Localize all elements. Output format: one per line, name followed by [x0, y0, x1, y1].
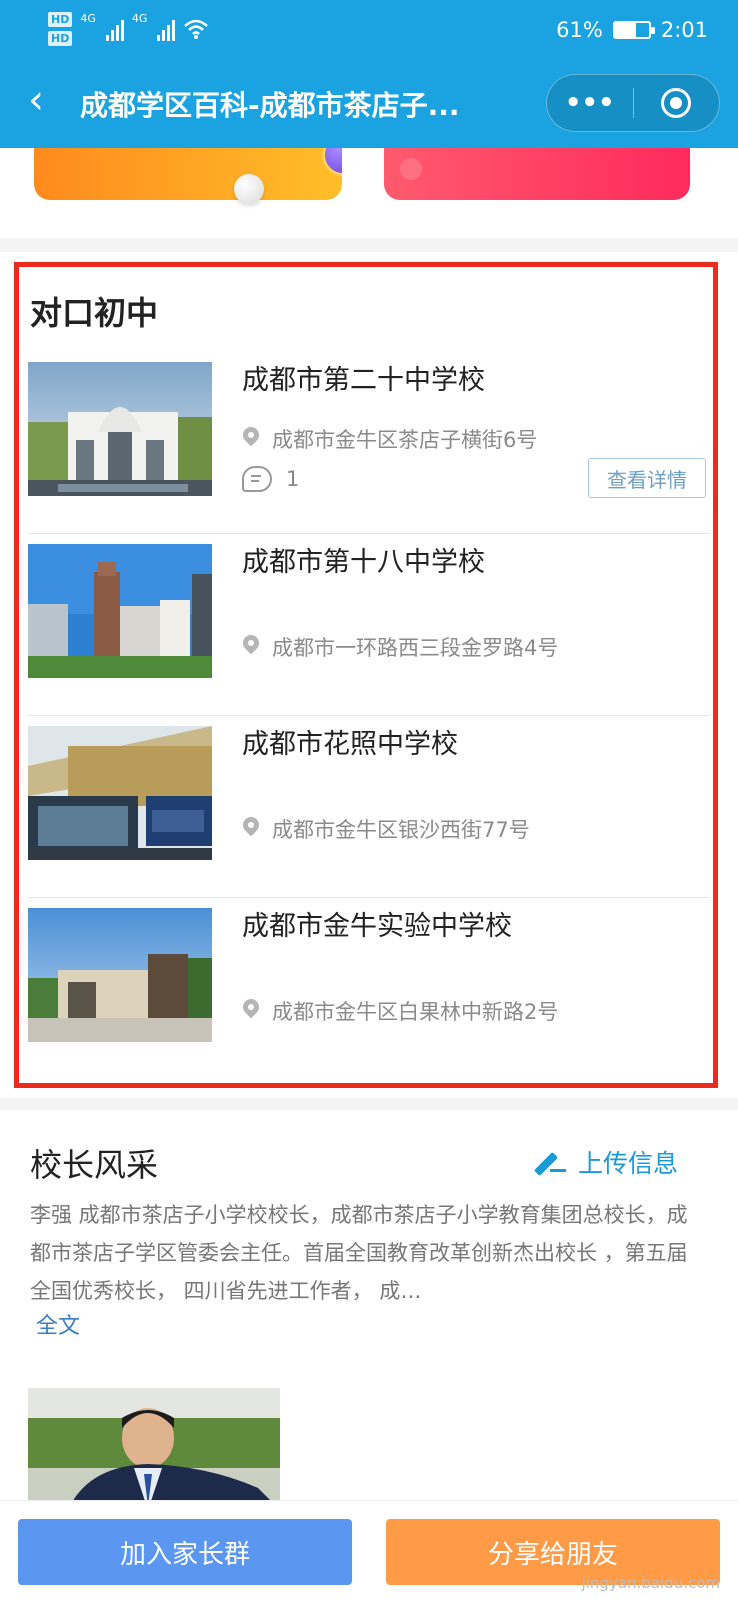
close-mini-program-button[interactable] — [634, 75, 720, 131]
target-icon — [661, 88, 692, 118]
school-list-item[interactable]: 成都市金牛实验中学校 成都市金牛区白果林中新路2号 — [28, 898, 710, 1080]
battery-icon — [612, 21, 655, 39]
signal-indicators: HD HD 4G 4G — [48, 12, 209, 46]
school-name: 成都市花照中学校 — [242, 729, 458, 760]
signal-icon-2 — [157, 17, 176, 41]
school-photo — [28, 908, 212, 1042]
school-address: 成都市一环路西三段金罗路4号 — [242, 632, 558, 662]
school-address: 成都市金牛区茶店子横街6号 — [242, 424, 537, 454]
location-pin-icon — [242, 999, 260, 1023]
network-type-1: 4G — [80, 12, 96, 25]
school-photo — [28, 544, 212, 678]
dot-decoration — [400, 158, 422, 180]
status-right: 61% 2:01 — [556, 18, 708, 42]
back-chevron-icon[interactable]: ‹ — [28, 80, 44, 120]
stats-cards: ‾ — [0, 134, 738, 238]
school-name: 成都市第二十中学校 — [242, 365, 485, 396]
school-list-item[interactable]: 成都市第十八中学校 成都市一环路西三段金罗路4号 — [28, 534, 710, 716]
school-photo — [28, 726, 212, 860]
address-text: 成都市金牛区白果林中新路2号 — [272, 1000, 559, 1024]
principal-title: 校长风采 — [30, 1146, 159, 1184]
comment-number: 1 — [286, 467, 300, 491]
school-name: 成都市金牛实验中学校 — [242, 911, 512, 942]
bottom-action-bar: 加入家长群 分享给朋友 jingyan.baidu.com — [0, 1500, 738, 1600]
school-address: 成都市金牛区银沙西街77号 — [242, 814, 530, 844]
clock: 2:01 — [660, 18, 708, 42]
wifi-icon — [184, 19, 209, 39]
status-bar: HD HD 4G 4G 61% 2:01 — [0, 0, 738, 62]
section-title: 对口初中 — [30, 294, 159, 332]
address-text: 成都市一环路西三段金罗路4号 — [272, 636, 559, 660]
principal-description: 李强 成都市茶店子小学校校长，成都市茶店子小学教育集团总校长，成都市茶店子学区管… — [30, 1203, 688, 1303]
principal-photo — [28, 1388, 280, 1510]
mini-program-capsule: ••• — [546, 74, 720, 132]
full-text-link[interactable]: 全文 — [36, 1308, 80, 1340]
location-pin-icon — [242, 635, 260, 659]
hd-badge-2: HD — [48, 31, 73, 46]
location-pin-icon — [242, 817, 260, 841]
school-name: 成都市第十八中学校 — [242, 547, 485, 578]
upload-label: 上传信息 — [577, 1149, 678, 1178]
location-pin-icon — [242, 427, 260, 451]
navbar: ‹ 成都学区百科-成都市茶店子... ••• — [0, 62, 738, 148]
school-list-item[interactable]: 成都市第二十中学校 成都市金牛区茶店子横街6号 1 查看详情 — [28, 352, 710, 534]
edit-pen-icon — [534, 1149, 566, 1175]
white-ball-decoration — [234, 174, 264, 204]
watermark: jingyan.baidu.com — [581, 1574, 720, 1592]
comment-count: 1 — [242, 466, 299, 492]
upload-info-button[interactable]: 上传信息 — [534, 1144, 678, 1180]
school-photo — [28, 362, 212, 496]
page-title: 成都学区百科-成都市茶店子... — [80, 89, 460, 122]
join-parent-group-button[interactable]: 加入家长群 — [18, 1519, 352, 1585]
view-details-button[interactable]: 查看详情 — [588, 458, 706, 498]
more-dots-icon: ••• — [564, 88, 615, 118]
header: HD HD 4G 4G 61% 2:01 ‹ 成都学区百科-成都市茶店子... … — [0, 0, 738, 148]
signal-icon-1 — [105, 17, 124, 41]
comment-icon — [242, 466, 272, 492]
more-button[interactable]: ••• — [547, 75, 633, 131]
address-text: 成都市金牛区茶店子横街6号 — [272, 428, 538, 452]
app-page: HD HD 4G 4G 61% 2:01 ‹ 成都学区百科-成都市茶店子... … — [0, 0, 738, 1600]
principal-section: 校长风采 上传信息 李强 成都市茶店子小学校校长，成都市茶店子小学教育集团总校长… — [0, 1110, 738, 1510]
address-text: 成都市金牛区银沙西街77号 — [272, 818, 530, 842]
battery-percent: 61% — [556, 18, 603, 42]
school-list-item[interactable]: 成都市花照中学校 成都市金牛区银沙西街77号 — [28, 716, 710, 898]
hd-badge-1: HD — [48, 12, 73, 27]
middle-school-section: 对口初中 成都市第二十中学校 成都市金牛区茶店子横街6号 1 查看详情 成都市第… — [0, 252, 738, 1098]
network-type-2: 4G — [131, 12, 148, 25]
school-address: 成都市金牛区白果林中新路2号 — [242, 996, 558, 1026]
